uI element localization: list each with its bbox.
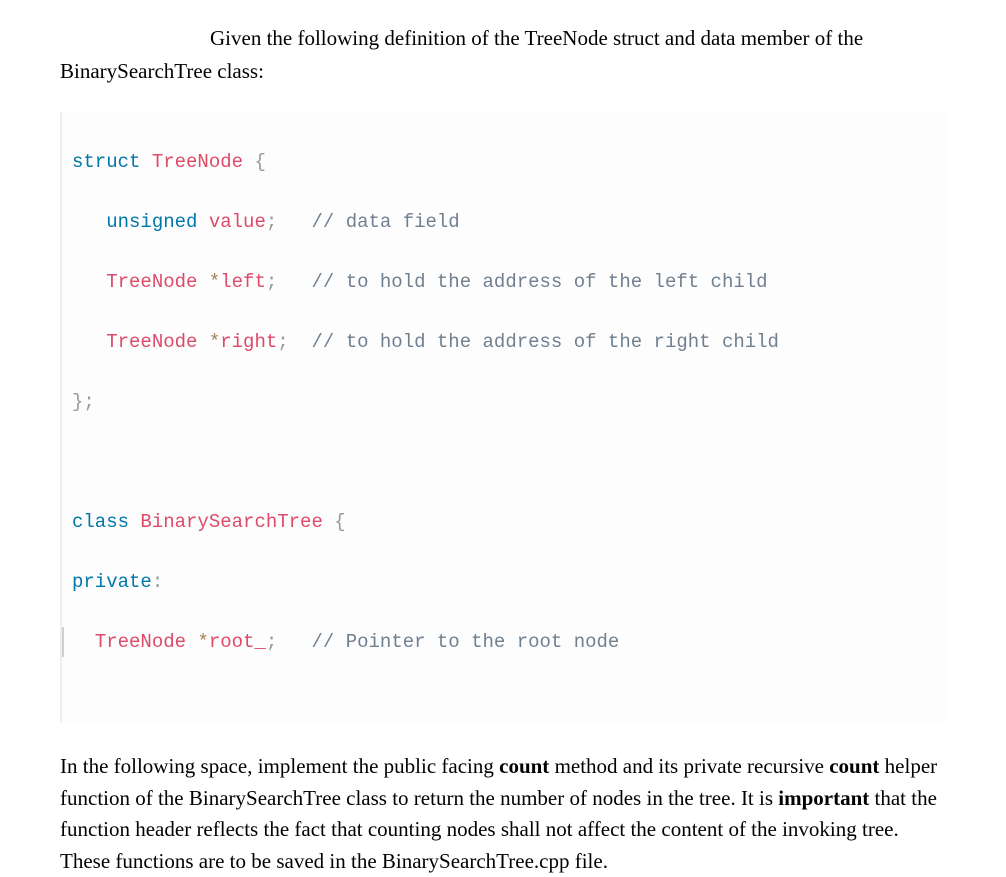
type-bst: BinarySearchTree: [140, 511, 322, 533]
type-treenode: TreeNode: [106, 271, 197, 293]
field-left: left: [220, 271, 266, 293]
colon: :: [152, 571, 163, 593]
code-line-3: TreeNode *left; // to hold the address o…: [62, 267, 946, 297]
page-content: Given the following definition of the Tr…: [0, 0, 1006, 877]
intro-paragraph: Given the following definition of the Tr…: [60, 22, 946, 87]
bold-count-1: count: [499, 754, 549, 778]
comment-right: // to hold the address of the right chil…: [311, 331, 778, 353]
comment-data-field: // data field: [311, 211, 459, 233]
semi: ;: [266, 631, 277, 653]
field-right: right: [220, 331, 277, 353]
intro-line-1: Given the following definition of the Tr…: [60, 22, 946, 55]
code-line-9: TreeNode *root_; // Pointer to the root …: [62, 627, 946, 657]
comment-root: // Pointer to the root node: [311, 631, 619, 653]
star-op: *: [209, 271, 220, 293]
intro-line-2: BinarySearchTree class:: [60, 59, 264, 83]
question-paragraph: In the following space, implement the pu…: [60, 751, 946, 877]
semi: ;: [266, 271, 277, 293]
brace-open: {: [334, 511, 345, 533]
field-value: value: [209, 211, 266, 233]
brace-open: {: [254, 151, 265, 173]
keyword-struct: struct: [72, 151, 140, 173]
code-line-8: private:: [62, 567, 946, 597]
code-block: struct TreeNode { unsigned value; // dat…: [60, 111, 946, 723]
bold-count-2: count: [829, 754, 879, 778]
semi: ;: [266, 211, 277, 233]
code-line-2: unsigned value; // data field: [62, 207, 946, 237]
code-line-5: };: [62, 387, 946, 417]
star-op: *: [209, 331, 220, 353]
brace-close: };: [72, 391, 95, 413]
semi: ;: [277, 331, 288, 353]
type-treenode: TreeNode: [152, 151, 243, 173]
type-treenode: TreeNode: [95, 631, 186, 653]
code-line-7: class BinarySearchTree {: [62, 507, 946, 537]
code-line-6: [62, 447, 946, 477]
question-text-1: In the following space, implement the pu…: [60, 754, 499, 778]
keyword-private: private: [72, 571, 152, 593]
keyword-unsigned: unsigned: [106, 211, 197, 233]
star-op: *: [197, 631, 208, 653]
question-text-2: method and its private recursive: [549, 754, 829, 778]
code-line-1: struct TreeNode {: [62, 147, 946, 177]
comment-left: // to hold the address of the left child: [311, 271, 767, 293]
type-treenode: TreeNode: [106, 331, 197, 353]
keyword-class: class: [72, 511, 129, 533]
bold-important: important: [778, 786, 869, 810]
field-root: root_: [209, 631, 266, 653]
code-line-4: TreeNode *right; // to hold the address …: [62, 327, 946, 357]
